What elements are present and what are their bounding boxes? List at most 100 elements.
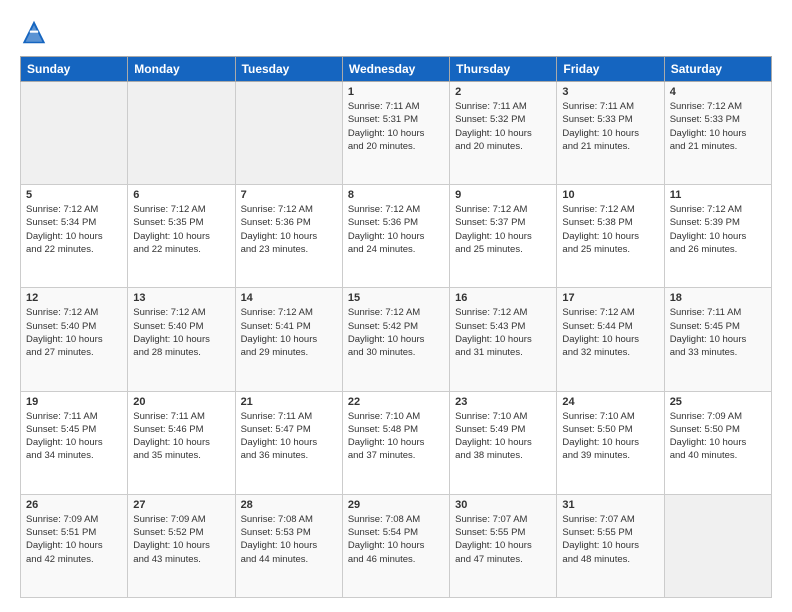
cell-content: Sunrise: 7:12 AM Sunset: 5:40 PM Dayligh…	[26, 306, 122, 359]
calendar-cell: 6 Sunrise: 7:12 AM Sunset: 5:35 PM Daylig…	[128, 185, 235, 288]
weekday-header-monday: Monday	[128, 57, 235, 82]
calendar-cell: 4Sunrise: 7:12 AM Sunset: 5:33 PM Daylig…	[664, 82, 771, 185]
day-number: 31	[562, 499, 658, 511]
calendar-cell: 16 Sunrise: 7:12 AM Sunset: 5:43 PM Dayli…	[450, 288, 557, 391]
weekday-header-sunday: Sunday	[21, 57, 128, 82]
calendar-row: 1Sunrise: 7:11 AM Sunset: 5:31 PM Daylig…	[21, 82, 772, 185]
day-number: 4	[670, 86, 766, 98]
day-number: 29	[348, 499, 444, 511]
calendar: SundayMondayTuesdayWednesdayThursdayFrid…	[20, 56, 772, 598]
day-number: 2	[455, 86, 551, 98]
day-number: 22	[348, 396, 444, 408]
calendar-cell: 18 Sunrise: 7:11 AM Sunset: 5:45 PM Dayli…	[664, 288, 771, 391]
cell-content: Sunrise: 7:09 AM Sunset: 5:50 PM Dayligh…	[670, 410, 766, 463]
cell-content: Sunrise: 7:12 AM Sunset: 5:42 PM Dayligh…	[348, 306, 444, 359]
cell-content: Sunrise: 7:11 AM Sunset: 5:33 PM Dayligh…	[562, 100, 658, 153]
calendar-cell: 24 Sunrise: 7:10 AM Sunset: 5:50 PM Dayli…	[557, 391, 664, 494]
calendar-cell: 10Sunrise: 7:12 AM Sunset: 5:38 PM Dayli…	[557, 185, 664, 288]
cell-content: Sunrise: 7:12 AM Sunset: 5:34 PM Dayligh…	[26, 203, 122, 256]
day-number: 18	[670, 292, 766, 304]
day-number: 10	[562, 189, 658, 201]
calendar-cell: 15 Sunrise: 7:12 AM Sunset: 5:42 PM Dayli…	[342, 288, 449, 391]
weekday-header-saturday: Saturday	[664, 57, 771, 82]
day-number: 15	[348, 292, 444, 304]
logo	[20, 18, 52, 46]
cell-content: Sunrise: 7:10 AM Sunset: 5:50 PM Dayligh…	[562, 410, 658, 463]
calendar-cell: 13 Sunrise: 7:12 AM Sunset: 5:40 PM Dayli…	[128, 288, 235, 391]
day-number: 3	[562, 86, 658, 98]
cell-content: Sunrise: 7:11 AM Sunset: 5:46 PM Dayligh…	[133, 410, 229, 463]
day-number: 13	[133, 292, 229, 304]
calendar-cell	[21, 82, 128, 185]
day-number: 8	[348, 189, 444, 201]
calendar-cell: 22 Sunrise: 7:10 AM Sunset: 5:48 PM Dayli…	[342, 391, 449, 494]
day-number: 28	[241, 499, 337, 511]
day-number: 21	[241, 396, 337, 408]
logo-icon	[20, 18, 48, 46]
weekday-header-thursday: Thursday	[450, 57, 557, 82]
day-number: 23	[455, 396, 551, 408]
calendar-cell: 5 Sunrise: 7:12 AM Sunset: 5:34 PM Daylig…	[21, 185, 128, 288]
cell-content: Sunrise: 7:12 AM Sunset: 5:41 PM Dayligh…	[241, 306, 337, 359]
weekday-header-row: SundayMondayTuesdayWednesdayThursdayFrid…	[21, 57, 772, 82]
cell-content: Sunrise: 7:12 AM Sunset: 5:36 PM Dayligh…	[348, 203, 444, 256]
calendar-cell: 9Sunrise: 7:12 AM Sunset: 5:37 PM Daylig…	[450, 185, 557, 288]
calendar-cell: 20 Sunrise: 7:11 AM Sunset: 5:46 PM Dayli…	[128, 391, 235, 494]
calendar-cell: 31 Sunrise: 7:07 AM Sunset: 5:55 PM Dayli…	[557, 494, 664, 597]
cell-content: Sunrise: 7:07 AM Sunset: 5:55 PM Dayligh…	[455, 513, 551, 566]
calendar-cell: 19 Sunrise: 7:11 AM Sunset: 5:45 PM Dayli…	[21, 391, 128, 494]
calendar-cell: 21 Sunrise: 7:11 AM Sunset: 5:47 PM Dayli…	[235, 391, 342, 494]
day-number: 9	[455, 189, 551, 201]
day-number: 25	[670, 396, 766, 408]
calendar-cell: 12 Sunrise: 7:12 AM Sunset: 5:40 PM Dayli…	[21, 288, 128, 391]
cell-content: Sunrise: 7:07 AM Sunset: 5:55 PM Dayligh…	[562, 513, 658, 566]
cell-content: Sunrise: 7:11 AM Sunset: 5:47 PM Dayligh…	[241, 410, 337, 463]
cell-content: Sunrise: 7:11 AM Sunset: 5:45 PM Dayligh…	[26, 410, 122, 463]
day-number: 16	[455, 292, 551, 304]
day-number: 7	[241, 189, 337, 201]
day-number: 30	[455, 499, 551, 511]
day-number: 19	[26, 396, 122, 408]
header	[20, 18, 772, 46]
cell-content: Sunrise: 7:12 AM Sunset: 5:40 PM Dayligh…	[133, 306, 229, 359]
cell-content: Sunrise: 7:10 AM Sunset: 5:48 PM Dayligh…	[348, 410, 444, 463]
cell-content: Sunrise: 7:09 AM Sunset: 5:52 PM Dayligh…	[133, 513, 229, 566]
day-number: 6	[133, 189, 229, 201]
cell-content: Sunrise: 7:12 AM Sunset: 5:35 PM Dayligh…	[133, 203, 229, 256]
day-number: 20	[133, 396, 229, 408]
cell-content: Sunrise: 7:10 AM Sunset: 5:49 PM Dayligh…	[455, 410, 551, 463]
calendar-cell: 8 Sunrise: 7:12 AM Sunset: 5:36 PM Daylig…	[342, 185, 449, 288]
calendar-cell: 1Sunrise: 7:11 AM Sunset: 5:31 PM Daylig…	[342, 82, 449, 185]
calendar-cell: 26 Sunrise: 7:09 AM Sunset: 5:51 PM Dayli…	[21, 494, 128, 597]
day-number: 14	[241, 292, 337, 304]
cell-content: Sunrise: 7:11 AM Sunset: 5:45 PM Dayligh…	[670, 306, 766, 359]
day-number: 5	[26, 189, 122, 201]
day-number: 26	[26, 499, 122, 511]
calendar-cell	[235, 82, 342, 185]
cell-content: Sunrise: 7:11 AM Sunset: 5:32 PM Dayligh…	[455, 100, 551, 153]
day-number: 27	[133, 499, 229, 511]
day-number: 17	[562, 292, 658, 304]
calendar-cell: 14 Sunrise: 7:12 AM Sunset: 5:41 PM Dayli…	[235, 288, 342, 391]
calendar-row: 26 Sunrise: 7:09 AM Sunset: 5:51 PM Dayli…	[21, 494, 772, 597]
calendar-row: 5 Sunrise: 7:12 AM Sunset: 5:34 PM Daylig…	[21, 185, 772, 288]
day-number: 11	[670, 189, 766, 201]
calendar-row: 19 Sunrise: 7:11 AM Sunset: 5:45 PM Dayli…	[21, 391, 772, 494]
cell-content: Sunrise: 7:12 AM Sunset: 5:36 PM Dayligh…	[241, 203, 337, 256]
calendar-cell: 2 Sunrise: 7:11 AM Sunset: 5:32 PM Daylig…	[450, 82, 557, 185]
cell-content: Sunrise: 7:09 AM Sunset: 5:51 PM Dayligh…	[26, 513, 122, 566]
weekday-header-wednesday: Wednesday	[342, 57, 449, 82]
day-number: 24	[562, 396, 658, 408]
calendar-cell: 28 Sunrise: 7:08 AM Sunset: 5:53 PM Dayli…	[235, 494, 342, 597]
cell-content: Sunrise: 7:12 AM Sunset: 5:43 PM Dayligh…	[455, 306, 551, 359]
calendar-cell: 17 Sunrise: 7:12 AM Sunset: 5:44 PM Dayli…	[557, 288, 664, 391]
day-number: 12	[26, 292, 122, 304]
cell-content: Sunrise: 7:08 AM Sunset: 5:54 PM Dayligh…	[348, 513, 444, 566]
calendar-row: 12 Sunrise: 7:12 AM Sunset: 5:40 PM Dayli…	[21, 288, 772, 391]
calendar-cell: 25 Sunrise: 7:09 AM Sunset: 5:50 PM Dayli…	[664, 391, 771, 494]
page: SundayMondayTuesdayWednesdayThursdayFrid…	[0, 0, 792, 612]
calendar-cell	[664, 494, 771, 597]
cell-content: Sunrise: 7:12 AM Sunset: 5:39 PM Dayligh…	[670, 203, 766, 256]
cell-content: Sunrise: 7:08 AM Sunset: 5:53 PM Dayligh…	[241, 513, 337, 566]
cell-content: Sunrise: 7:12 AM Sunset: 5:44 PM Dayligh…	[562, 306, 658, 359]
